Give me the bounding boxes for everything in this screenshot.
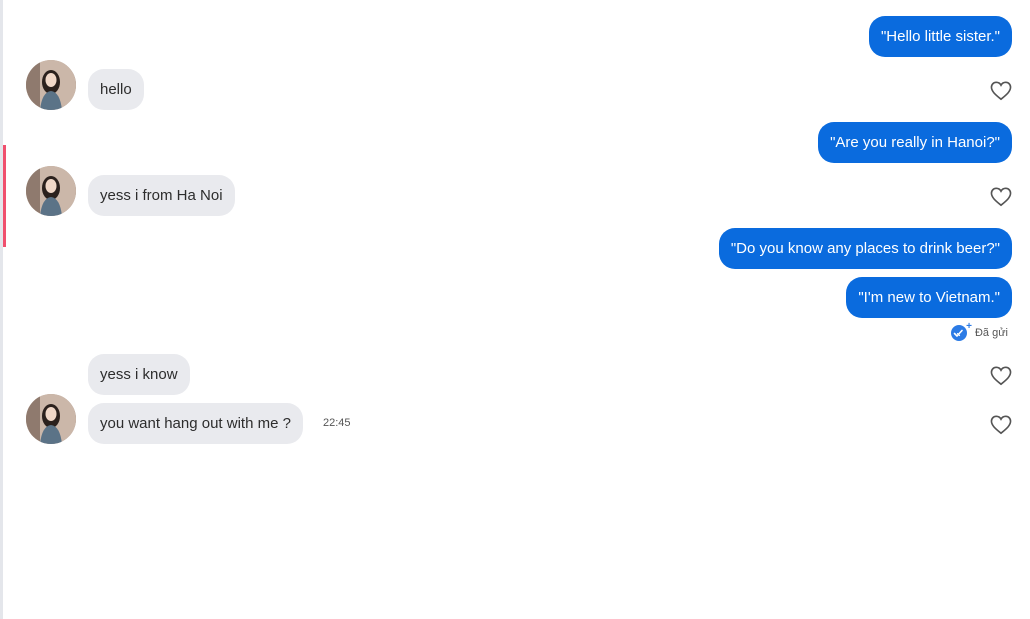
outgoing-message-bubble[interactable]: "I'm new to Vietnam." bbox=[846, 277, 1012, 318]
heart-outline-icon[interactable] bbox=[990, 187, 1012, 207]
incoming-message-bubble[interactable]: yess i know bbox=[88, 354, 190, 395]
incoming-message-bubble[interactable]: you want hang out with me ? bbox=[88, 403, 303, 444]
message-timestamp: 22:45 bbox=[323, 417, 351, 429]
sent-status-label: Đã gửi bbox=[974, 327, 1008, 339]
heart-outline-icon[interactable] bbox=[990, 366, 1012, 386]
scroll-position-marker bbox=[3, 145, 6, 247]
incoming-message-bubble[interactable]: hello bbox=[88, 69, 144, 110]
contact-avatar[interactable] bbox=[26, 166, 76, 216]
outgoing-message-bubble[interactable]: "Hello little sister." bbox=[868, 16, 1012, 57]
outgoing-message-bubble[interactable]: "Do you know any places to drink beer?" bbox=[718, 228, 1012, 269]
heart-outline-icon[interactable] bbox=[990, 81, 1012, 101]
double-check-icon: + bbox=[950, 322, 972, 341]
message-sent-status: + Đã gửi bbox=[950, 322, 1008, 342]
contact-avatar[interactable] bbox=[26, 394, 76, 444]
outgoing-message-bubble[interactable]: "Are you really in Hanoi?" bbox=[818, 122, 1012, 163]
incoming-message-bubble[interactable]: yess i from Ha Noi bbox=[88, 175, 235, 216]
contact-avatar[interactable] bbox=[26, 60, 76, 110]
heart-outline-icon[interactable] bbox=[990, 415, 1012, 435]
chat-message-area[interactable]: "Hello little sister." hello "Are you re… bbox=[0, 0, 1030, 619]
